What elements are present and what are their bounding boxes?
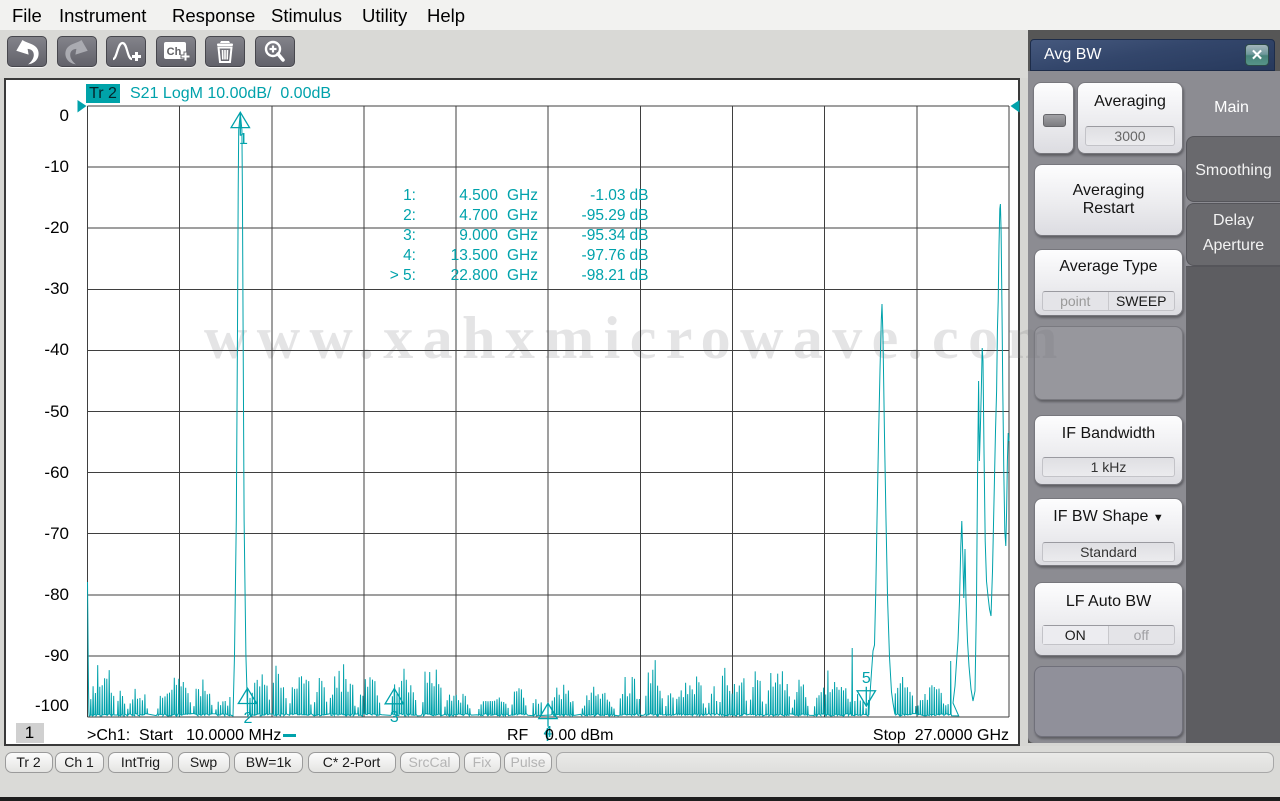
svg-text:Ch: Ch	[167, 46, 182, 58]
